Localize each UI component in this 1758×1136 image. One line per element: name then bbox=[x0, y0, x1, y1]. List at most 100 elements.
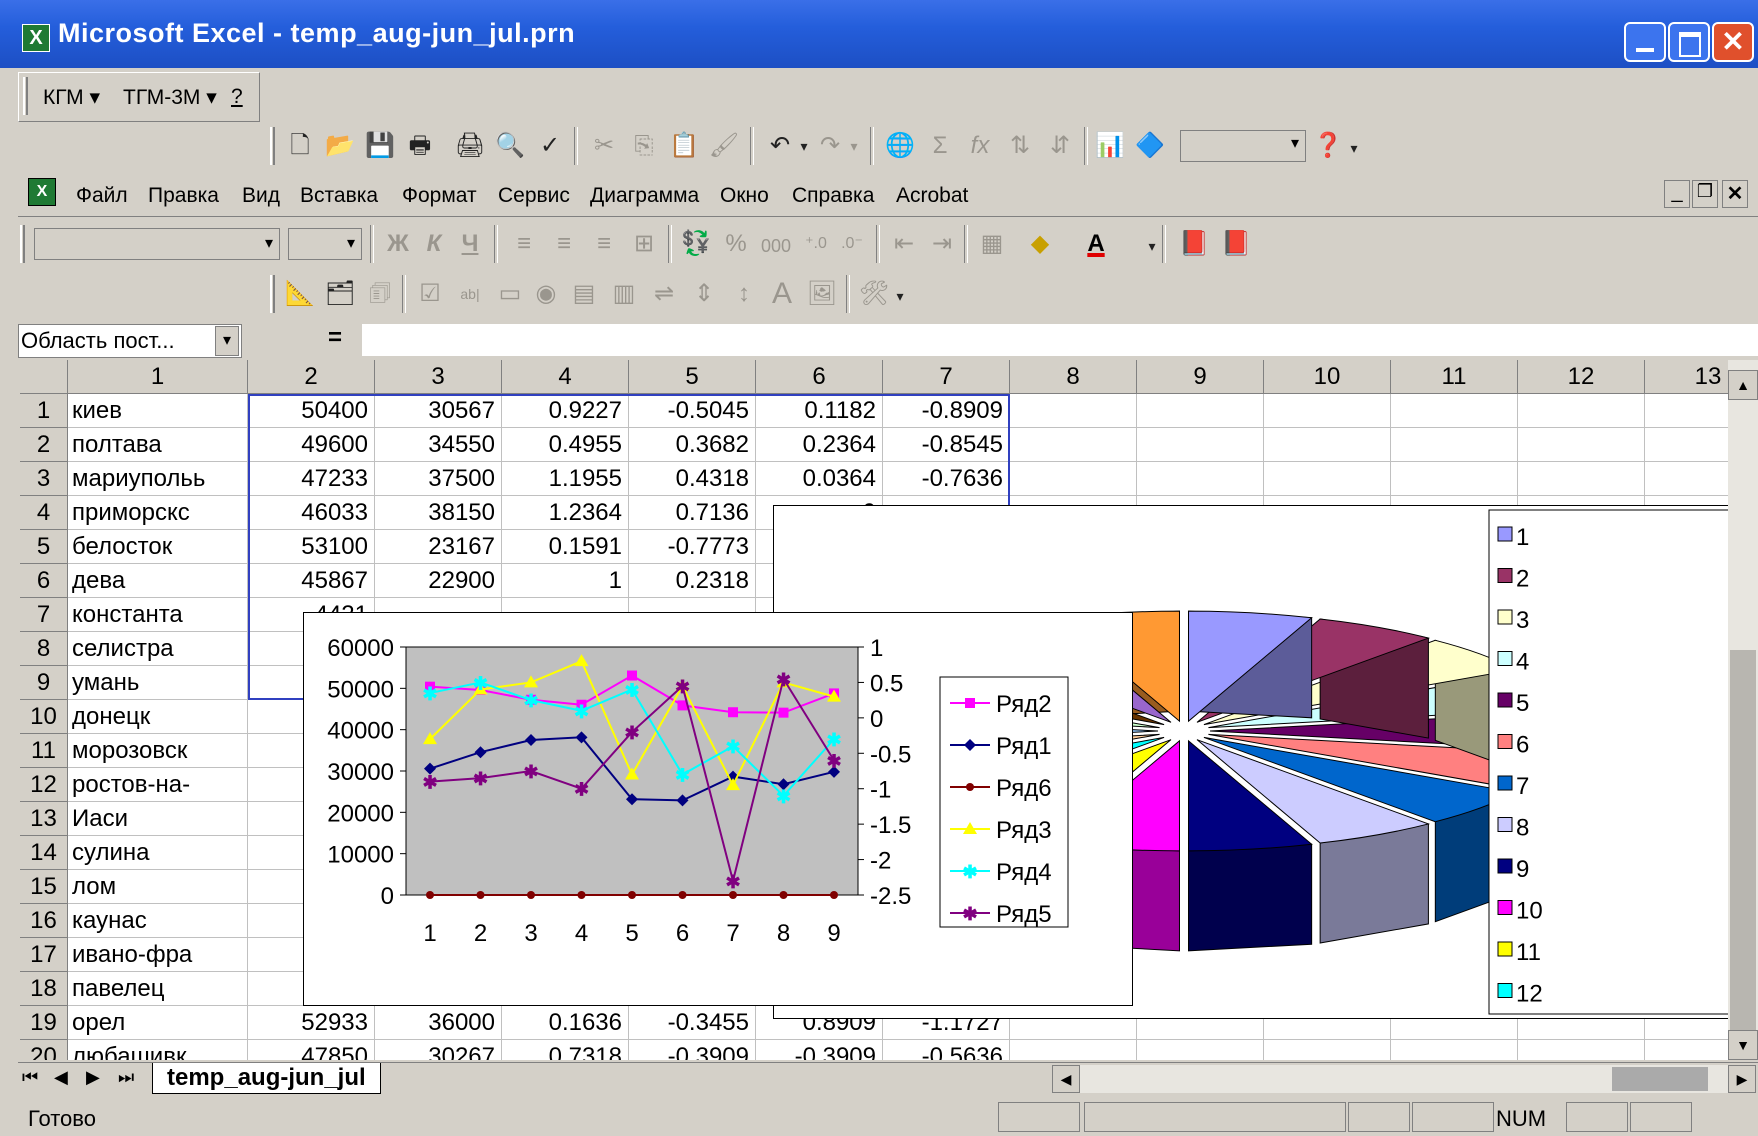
row-header[interactable]: 16 bbox=[20, 904, 68, 938]
redo-dropdown-icon[interactable]: ▾ bbox=[838, 130, 870, 162]
cell[interactable]: 38150 bbox=[375, 496, 502, 530]
format-painter-icon[interactable]: 🖌 bbox=[708, 130, 740, 162]
checkbox-control-icon[interactable]: ☑ bbox=[414, 278, 446, 310]
cell[interactable]: мариупольь bbox=[68, 462, 248, 496]
cell[interactable]: ростов-на- bbox=[68, 768, 248, 802]
cell[interactable]: 0.9227 bbox=[502, 394, 629, 428]
cell[interactable]: белосток bbox=[68, 530, 248, 564]
align-left-icon[interactable]: ≡ bbox=[508, 228, 540, 260]
percent-icon[interactable]: % bbox=[720, 228, 752, 260]
minimize-button[interactable] bbox=[1624, 22, 1666, 62]
italic-icon[interactable]: К bbox=[418, 228, 450, 260]
column-header[interactable]: 2 bbox=[248, 360, 375, 394]
cell[interactable] bbox=[1010, 394, 1137, 428]
cell[interactable]: -0.8909 bbox=[883, 394, 1010, 428]
menu-format[interactable]: Формат bbox=[402, 184, 477, 208]
workbook-icon[interactable]: X bbox=[28, 178, 56, 206]
cell[interactable]: Иаси bbox=[68, 802, 248, 836]
scroll-right-icon[interactable]: ▶ bbox=[1728, 1065, 1756, 1093]
permission-icon[interactable]: 🖶 bbox=[404, 130, 436, 162]
close-button[interactable]: ✕ bbox=[1712, 22, 1754, 62]
merge-center-icon[interactable]: ⊞ bbox=[628, 228, 660, 260]
menu-file[interactable]: Файл bbox=[76, 184, 128, 208]
row-header[interactable]: 8 bbox=[20, 632, 68, 666]
formula-input[interactable] bbox=[362, 324, 1758, 356]
row-header[interactable]: 9 bbox=[20, 666, 68, 700]
cell[interactable]: 22900 bbox=[375, 564, 502, 598]
line-chart[interactable]: 60000 50000 40000 30000 20000 10000 0 1 0.5 0 -0.5… bbox=[303, 612, 1133, 1006]
row-header[interactable]: 11 bbox=[20, 734, 68, 768]
spinner-control-icon[interactable]: ⇕ bbox=[688, 278, 720, 310]
bold-icon[interactable]: Ж bbox=[382, 228, 414, 260]
cell[interactable]: -0.3909 bbox=[629, 1040, 756, 1060]
cell[interactable]: 30567 bbox=[375, 394, 502, 428]
zoom-box[interactable]: ▾ bbox=[1180, 130, 1306, 162]
cell[interactable]: -0.3455 bbox=[629, 1006, 756, 1040]
cell[interactable] bbox=[1518, 1040, 1645, 1060]
cell[interactable]: 34550 bbox=[375, 428, 502, 462]
cell[interactable] bbox=[1010, 1040, 1137, 1060]
maximize-button[interactable] bbox=[1668, 22, 1710, 62]
cell[interactable]: 0.7136 bbox=[629, 496, 756, 530]
cell[interactable] bbox=[1010, 428, 1137, 462]
row-header[interactable]: 6 bbox=[20, 564, 68, 598]
row-header[interactable]: 5 bbox=[20, 530, 68, 564]
cell[interactable]: 47850 bbox=[248, 1040, 375, 1060]
cell[interactable]: 49600 bbox=[248, 428, 375, 462]
cell[interactable] bbox=[1518, 428, 1645, 462]
cut-icon[interactable]: ✂ bbox=[588, 130, 620, 162]
row-header[interactable]: 3 bbox=[20, 462, 68, 496]
borders-icon[interactable]: ▦ bbox=[976, 228, 1008, 260]
properties-icon[interactable]: 🗂 bbox=[324, 278, 356, 310]
scrollbar-control-icon[interactable]: ↕ bbox=[728, 278, 760, 310]
menu-acrobat[interactable]: Acrobat bbox=[896, 184, 968, 208]
font-color-icon[interactable]: A bbox=[1080, 228, 1112, 260]
cell[interactable] bbox=[1137, 394, 1264, 428]
cell[interactable] bbox=[1137, 462, 1264, 496]
formula-equals[interactable]: = bbox=[328, 324, 342, 352]
row-header[interactable]: 15 bbox=[20, 870, 68, 904]
cell[interactable]: 1.1955 bbox=[502, 462, 629, 496]
cell[interactable]: ивано-фра bbox=[68, 938, 248, 972]
new-icon[interactable]: 🗋 bbox=[284, 130, 316, 162]
listbox-control-icon[interactable]: ▤ bbox=[568, 278, 600, 310]
row-header[interactable]: 14 bbox=[20, 836, 68, 870]
row-header[interactable]: 4 bbox=[20, 496, 68, 530]
cell[interactable] bbox=[1391, 1040, 1518, 1060]
cell[interactable]: киев bbox=[68, 394, 248, 428]
cell[interactable]: селистра bbox=[68, 632, 248, 666]
fill-color-icon[interactable]: ◆ bbox=[1024, 228, 1056, 260]
last-sheet-icon[interactable]: ⏭ bbox=[118, 1067, 134, 1088]
doc-restore-icon[interactable]: ❐ bbox=[1692, 180, 1718, 208]
column-header[interactable]: 13 bbox=[1645, 360, 1738, 394]
combobox-control-icon[interactable]: ▥ bbox=[608, 278, 640, 310]
column-header[interactable]: 4 bbox=[502, 360, 629, 394]
scroll-thumb[interactable] bbox=[1612, 1067, 1708, 1091]
sheet-tab-active[interactable]: temp_aug-jun_jul bbox=[152, 1063, 381, 1094]
cell[interactable]: -0.3909 bbox=[756, 1040, 883, 1060]
cell[interactable]: -0.8545 bbox=[883, 428, 1010, 462]
hyperlink-icon[interactable]: 🌐 bbox=[884, 130, 916, 162]
menu-window[interactable]: Окно bbox=[720, 184, 769, 208]
column-header[interactable]: 3 bbox=[375, 360, 502, 394]
menu-view[interactable]: Вид bbox=[242, 184, 280, 208]
tgm-menu[interactable]: ТГМ-3М ▾ bbox=[123, 85, 217, 110]
row-header[interactable]: 20 bbox=[20, 1040, 68, 1060]
design-mode-icon[interactable]: 📐 bbox=[284, 278, 316, 310]
increase-decimal-icon[interactable]: ⁺.0 bbox=[800, 228, 832, 260]
option-control-icon[interactable]: ◉ bbox=[530, 278, 562, 310]
row-header[interactable]: 13 bbox=[20, 802, 68, 836]
toolbar-options-icon[interactable]: ▾ bbox=[1338, 132, 1370, 164]
cell[interactable]: 0.0364 bbox=[756, 462, 883, 496]
next-sheet-icon[interactable]: ▶ bbox=[86, 1067, 100, 1088]
cell[interactable]: -0.7773 bbox=[629, 530, 756, 564]
column-header[interactable]: 8 bbox=[1010, 360, 1137, 394]
first-sheet-icon[interactable]: ⏮ bbox=[22, 1067, 38, 1088]
menu-tools[interactable]: Сервис bbox=[498, 184, 570, 208]
image-control-icon[interactable]: 🖼 bbox=[806, 278, 838, 310]
open-icon[interactable]: 📂 bbox=[324, 130, 356, 162]
cell[interactable]: умань bbox=[68, 666, 248, 700]
doc-minimize-icon[interactable]: _ bbox=[1664, 180, 1690, 208]
cell[interactable] bbox=[1137, 1040, 1264, 1060]
print-preview-icon[interactable]: 🔍 bbox=[494, 130, 526, 162]
